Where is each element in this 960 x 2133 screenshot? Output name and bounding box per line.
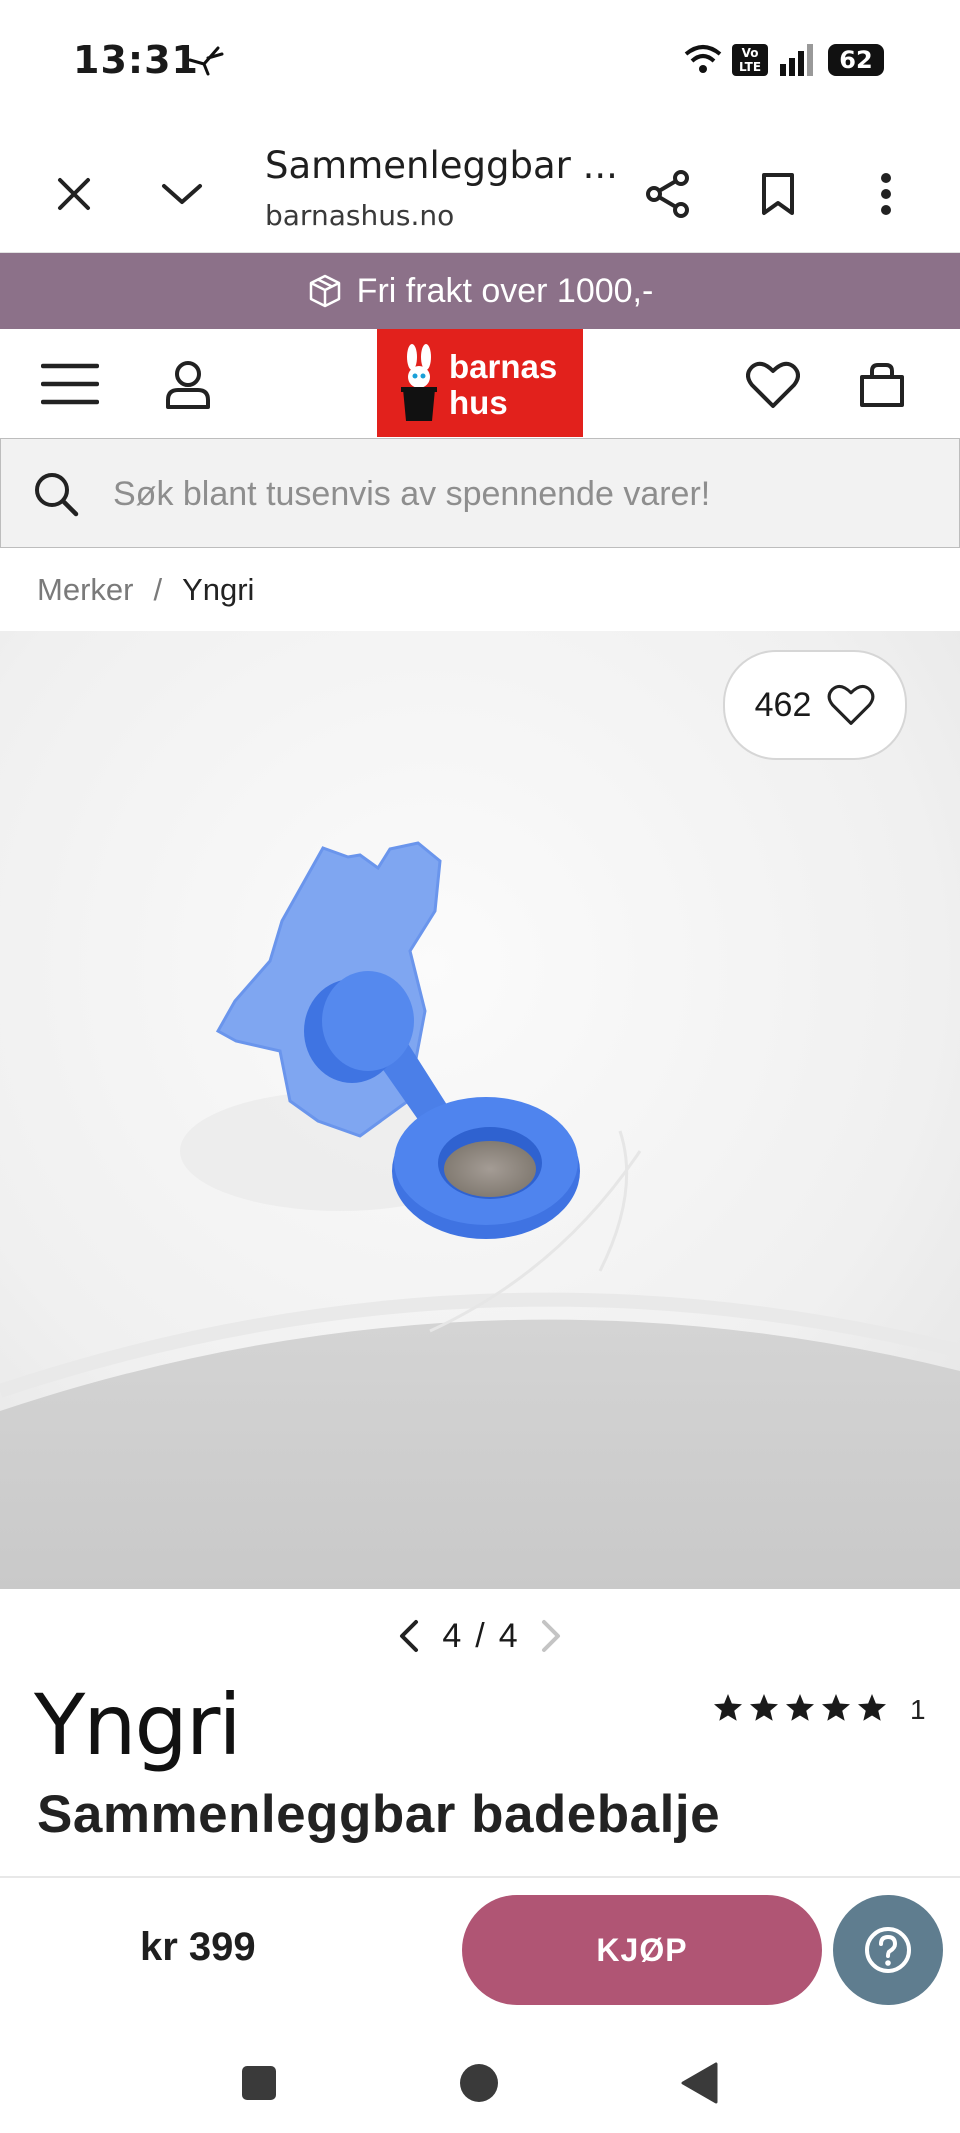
circle-icon (460, 2064, 498, 2102)
promo-text: Fri frakt over 1000,- (356, 271, 654, 310)
more-menu-button[interactable] (848, 156, 924, 232)
status-bar: 13:31 Vo LTE 62 (0, 0, 960, 122)
like-count: 462 (754, 685, 812, 724)
buy-button[interactable]: KJØP (462, 1895, 822, 2005)
status-time: 13:31 (73, 38, 199, 82)
product-title: Sammenleggbar badebalje (37, 1785, 721, 1844)
search-bar (0, 438, 960, 548)
menu-button[interactable] (30, 349, 110, 419)
image-pager: 4 / 4 (380, 1612, 580, 1660)
minimize-button[interactable] (148, 160, 216, 228)
breadcrumb-separator: / (153, 572, 163, 607)
product-price: kr 399 (140, 1925, 256, 1969)
pager-current: 4 (442, 1616, 462, 1655)
help-question-icon (865, 1927, 911, 1973)
brand-name: Yngri (34, 1676, 242, 1774)
help-button[interactable] (833, 1895, 943, 2005)
heart-icon (746, 361, 800, 408)
wishlist-button[interactable] (733, 347, 813, 423)
cart-button[interactable] (842, 347, 922, 423)
heart-icon (827, 684, 875, 725)
close-icon (58, 178, 90, 210)
search-icon (35, 473, 79, 517)
wifi-icon (684, 45, 722, 73)
search-input[interactable] (111, 465, 935, 523)
close-tab-button[interactable] (40, 160, 108, 228)
breadcrumb: Merker / Yngri (37, 572, 254, 608)
package-icon (309, 274, 340, 308)
star-icon (714, 1694, 742, 1721)
rating-count[interactable]: 1 (910, 1694, 926, 1726)
user-icon (166, 361, 210, 409)
system-navigation-bar (0, 2024, 960, 2133)
star-icon (786, 1694, 814, 1721)
chevron-right-icon[interactable] (536, 1618, 564, 1654)
chevron-down-icon (162, 184, 202, 204)
breadcrumb-item-current[interactable]: Yngri (182, 572, 254, 607)
rating-stars[interactable] (712, 1692, 888, 1724)
square-icon (242, 2066, 276, 2100)
shopping-bag-icon (860, 363, 904, 407)
volte-icon: Vo LTE (732, 44, 768, 76)
more-vertical-icon (881, 173, 891, 215)
logo-text-line1: barnas (449, 348, 558, 385)
bookmark-button[interactable] (740, 156, 816, 232)
bird-icon (188, 46, 224, 76)
back-button[interactable] (666, 2050, 732, 2116)
triangle-back-icon (681, 2062, 718, 2104)
star-icon (750, 1694, 778, 1721)
recents-button[interactable] (226, 2050, 292, 2116)
star-icon (822, 1694, 850, 1721)
page-url[interactable]: barnashus.no (265, 199, 454, 232)
pager-separator: / (475, 1616, 485, 1655)
bathtub-drain-plug-image (0, 631, 960, 1589)
breadcrumb-item-brands[interactable]: Merker (37, 572, 133, 607)
browser-toolbar: Sammenleggbar ... barnashus.no (0, 122, 960, 254)
battery-level: 62 (839, 46, 873, 74)
battery-icon: 62 (828, 44, 884, 76)
bunny-hat-logo-icon (401, 344, 437, 421)
home-button[interactable] (446, 2050, 512, 2116)
pager-total: 4 (498, 1616, 518, 1655)
share-icon (646, 170, 689, 218)
share-button[interactable] (630, 156, 706, 232)
like-count-button[interactable]: 462 (723, 650, 907, 760)
hamburger-icon (41, 363, 99, 405)
product-image[interactable] (0, 631, 960, 1589)
page-title[interactable]: Sammenleggbar ... (265, 144, 618, 187)
account-button[interactable] (150, 347, 226, 423)
brand-logo[interactable]: Yngri (34, 1676, 242, 1774)
logo-text-line2: hus (449, 384, 508, 421)
signal-icon (780, 44, 813, 76)
star-icon (858, 1694, 886, 1721)
chevron-left-icon[interactable] (396, 1618, 424, 1654)
site-logo[interactable]: barnas hus (377, 329, 583, 437)
promo-banner: Fri frakt over 1000,- (0, 253, 960, 329)
bookmark-icon (762, 173, 794, 215)
